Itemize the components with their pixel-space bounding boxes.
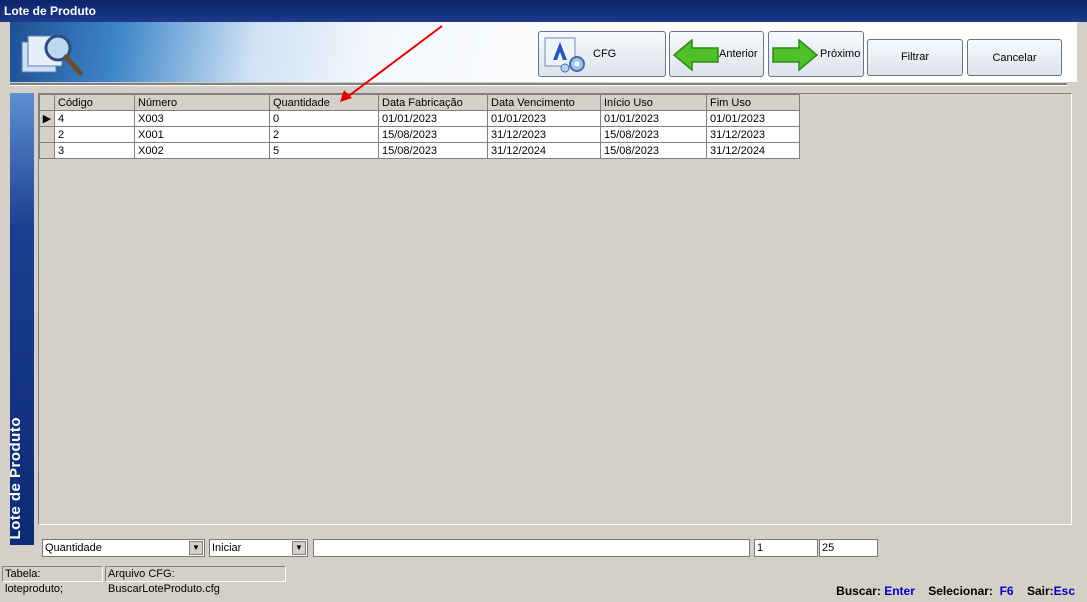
search-input[interactable] [313,539,750,557]
chevron-down-icon[interactable]: ▼ [292,541,306,555]
page-number-input[interactable] [754,539,818,557]
cell-quantidade[interactable]: 2 [269,126,379,143]
table-row[interactable]: 3 X002 5 15/08/2023 31/12/2024 15/08/202… [39,142,800,159]
status-cfg-file: Arquivo CFG: BuscarLoteProduto.cfg [105,566,286,595]
arrow-right-icon [772,38,819,72]
chevron-down-icon[interactable]: ▼ [189,541,203,555]
toolbar-separator [10,83,1067,86]
window-title: Lote de Produto [0,0,1087,22]
annotation-arrow [340,25,443,102]
next-button[interactable]: Próximo [768,31,864,77]
cell-quantidade[interactable]: 5 [269,142,379,159]
previous-button[interactable]: Anterior [669,31,764,77]
column-header-fim-uso[interactable]: Fim Uso [706,94,800,111]
toolbar: CFG Anterior Próximo Filtrar Cancelar [10,22,1077,82]
side-panel: Lote de Produto [7,93,34,545]
page-size-input[interactable] [819,539,878,557]
search-magnifier-icon [21,34,83,76]
search-field-select[interactable]: Quantidade ▼ [42,539,205,557]
cell-data-vencimento[interactable]: 01/01/2023 [487,110,601,127]
status-table: Tabela: loteproduto; [2,566,103,595]
cell-quantidade[interactable]: 0 [269,110,379,127]
filter-button[interactable]: Filtrar [867,39,963,76]
column-header-data-vencimento[interactable]: Data Vencimento [487,94,601,111]
previous-button-label: Anterior [719,48,758,60]
column-header-inicio-uso[interactable]: Início Uso [600,94,707,111]
cell-data-fabricacao[interactable]: 15/08/2023 [378,126,488,143]
cell-inicio-uso[interactable]: 15/08/2023 [600,126,707,143]
hint-select-label: Selecionar: [928,584,993,598]
column-header-codigo[interactable]: Código [54,94,135,111]
cancel-button[interactable]: Cancelar [967,39,1062,76]
banner [10,22,620,82]
cell-data-fabricacao[interactable]: 01/01/2023 [378,110,488,127]
filter-button-label: Filtrar [900,51,930,63]
arrow-left-icon [672,38,719,72]
cell-data-fabricacao[interactable]: 15/08/2023 [378,142,488,159]
cell-inicio-uso[interactable]: 01/01/2023 [600,110,707,127]
gear-config-icon [544,37,585,73]
current-row-indicator: ▶ [39,110,55,127]
column-header-numero[interactable]: Número [134,94,270,111]
cfg-button-label: CFG [593,48,617,60]
cell-data-vencimento[interactable]: 31/12/2023 [487,126,601,143]
cell-fim-uso[interactable]: 31/12/2024 [706,142,800,159]
search-mode-value: Iniciar [212,542,242,554]
cell-fim-uso[interactable]: 01/01/2023 [706,110,800,127]
row-indicator-header [39,94,55,111]
table-row[interactable]: ▶ 4 X003 0 01/01/2023 01/01/2023 01/01/2… [39,110,800,127]
row-indicator [39,126,55,143]
cell-codigo[interactable]: 4 [54,110,135,127]
cell-codigo[interactable]: 3 [54,142,135,159]
cell-data-vencimento[interactable]: 31/12/2024 [487,142,601,159]
keyboard-hints: Buscar: Enter Selecionar: F6 Sair:Esc [836,584,1075,598]
cell-numero[interactable]: X002 [134,142,270,159]
side-panel-title: Lote de Produto [7,416,24,540]
row-indicator [39,142,55,159]
cell-numero[interactable]: X001 [134,126,270,143]
search-mode-select[interactable]: Iniciar ▼ [209,539,308,557]
cell-inicio-uso[interactable]: 15/08/2023 [600,142,707,159]
hint-search-label: Buscar: [836,584,881,598]
results-grid[interactable]: Código Número Quantidade Data Fabricação… [38,93,1072,525]
cell-codigo[interactable]: 2 [54,126,135,143]
table-row[interactable]: 2 X001 2 15/08/2023 31/12/2023 15/08/202… [39,126,800,143]
cancel-button-label: Cancelar [992,52,1037,64]
next-button-label: Próximo [820,48,861,60]
hint-select-key: F6 [999,584,1014,598]
hint-exit-key: Esc [1053,584,1075,598]
hint-exit-label: Sair: [1026,584,1054,598]
cfg-button[interactable]: CFG [538,31,666,77]
cell-numero[interactable]: X003 [134,110,270,127]
hint-search-key: Enter [884,584,915,598]
cell-fim-uso[interactable]: 31/12/2023 [706,126,800,143]
search-field-value: Quantidade [45,542,102,554]
